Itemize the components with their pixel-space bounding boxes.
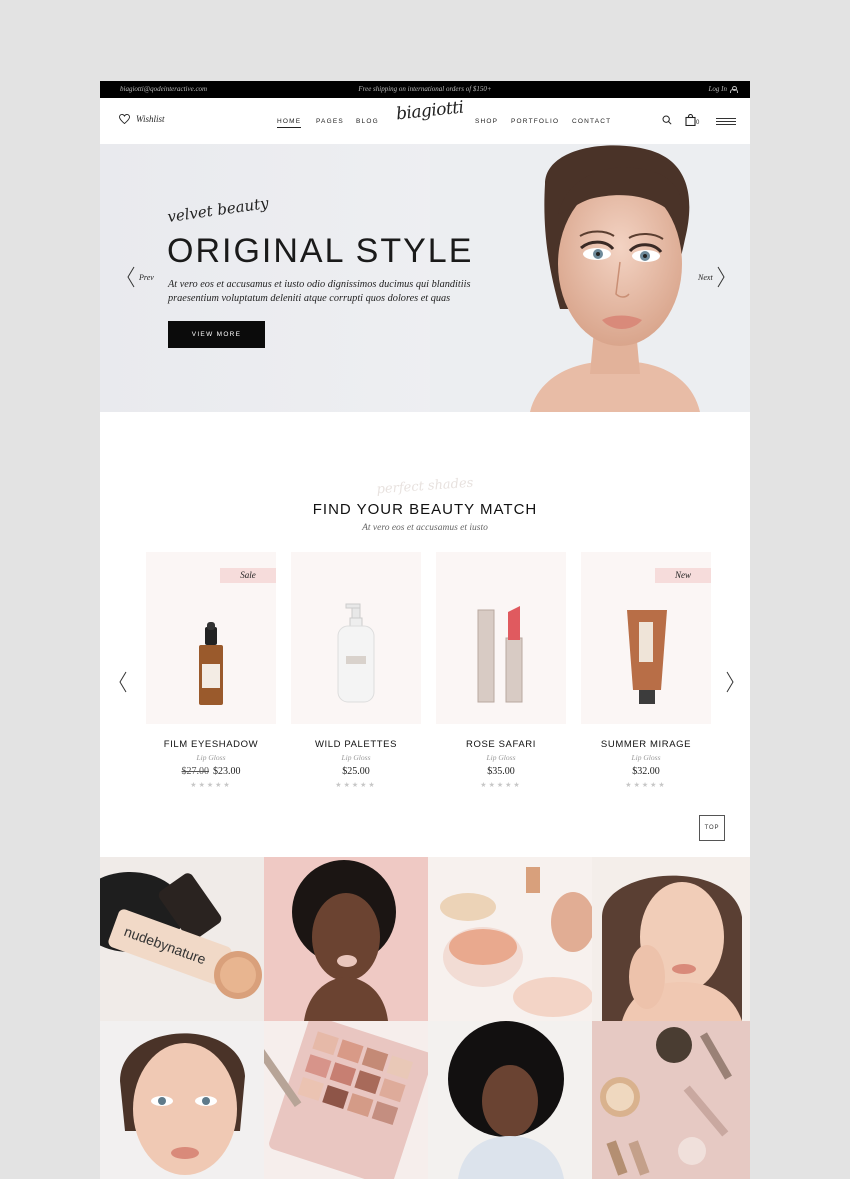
- menu-icon[interactable]: [716, 118, 736, 125]
- product-card[interactable]: WILD PALETTES Lip Gloss $25.00 ★★★★★: [291, 552, 421, 789]
- site-logo[interactable]: biagiotti: [395, 98, 464, 125]
- pump-bottle-image: [337, 603, 375, 703]
- product-name[interactable]: ROSE SAFARI: [436, 739, 566, 750]
- product-price: $27.00 $23.00: [146, 766, 276, 777]
- product-image-box[interactable]: Sale: [146, 552, 276, 724]
- current-price: $32.00: [632, 766, 660, 777]
- back-to-top-button[interactable]: TOP: [699, 815, 725, 841]
- login-label: Log In: [708, 85, 727, 93]
- search-icon[interactable]: [662, 115, 672, 125]
- login-link[interactable]: Log In: [708, 85, 738, 93]
- eyeshadow-palette-photo: [264, 1021, 428, 1179]
- nav-home[interactable]: HOME: [277, 118, 302, 128]
- hero-title: ORIGINAL STYLE: [167, 232, 474, 270]
- shipping-notice: Free shipping on international orders of…: [358, 85, 492, 93]
- product-category[interactable]: Lip Gloss: [581, 753, 711, 762]
- nav-contact[interactable]: CONTACT: [572, 118, 611, 125]
- model-portrait-photo: [264, 857, 428, 1021]
- page: biagiotti@qodeinteractive.com Free shipp…: [100, 81, 750, 1179]
- user-icon: [730, 85, 738, 93]
- product-category[interactable]: Lip Gloss: [291, 753, 421, 762]
- current-price: $35.00: [487, 766, 515, 777]
- product-image-box[interactable]: [291, 552, 421, 724]
- hero-prev-button[interactable]: Prev: [127, 266, 154, 288]
- product-name[interactable]: FILM EYESHADOW: [146, 739, 276, 750]
- gallery-tile[interactable]: nudebynature: [100, 857, 264, 1021]
- chevron-left-icon: [127, 266, 135, 288]
- top-bar: biagiotti@qodeinteractive.com Free shipp…: [100, 81, 750, 98]
- gallery-tile[interactable]: [264, 1021, 428, 1179]
- product-image-box[interactable]: New: [581, 552, 711, 724]
- rating-stars: ★★★★★: [335, 782, 377, 789]
- cosmetics-flatlay-photo: [592, 1021, 750, 1179]
- product-card[interactable]: Sale FILM EYESHADOW Lip Gloss $27.00 $23.…: [146, 552, 276, 789]
- hero-slider: velvet beauty ORIGINAL STYLE At vero eos…: [100, 144, 750, 412]
- hero-prev-label: Prev: [139, 272, 154, 282]
- old-price: $27.00: [181, 766, 210, 777]
- heart-icon: [119, 114, 130, 124]
- view-more-button[interactable]: VIEW MORE: [168, 321, 265, 348]
- rating-stars: ★★★★★: [480, 782, 522, 789]
- current-price: $23.00: [213, 766, 241, 777]
- hero-next-button[interactable]: Next: [698, 266, 725, 288]
- gallery-tile[interactable]: [592, 857, 750, 1021]
- model-smile-photo: [592, 857, 750, 1021]
- carousel-next-icon[interactable]: [726, 671, 734, 693]
- product-name[interactable]: SUMMER MIRAGE: [581, 739, 711, 750]
- product-price: $35.00: [436, 766, 566, 777]
- rating-stars: ★★★★★: [625, 782, 667, 789]
- carousel-prev-icon[interactable]: [119, 671, 127, 693]
- wishlist-label: Wishlist: [136, 114, 165, 124]
- site-header: Wishlist HOME PAGES BLOG SHOP PORTFOLIO …: [100, 98, 750, 144]
- rating-stars: ★★★★★: [190, 782, 232, 789]
- new-badge: New: [655, 568, 711, 583]
- gallery-tile[interactable]: [592, 1021, 750, 1179]
- nav-shop[interactable]: SHOP: [475, 118, 498, 125]
- gallery-tile[interactable]: [100, 1021, 264, 1179]
- cart-count: 0: [696, 120, 700, 126]
- instagram-gallery: nudebynature: [100, 857, 750, 1179]
- current-price: $25.00: [342, 766, 370, 777]
- product-card[interactable]: ROSE SAFARI Lip Gloss $35.00 ★★★★★: [436, 552, 566, 789]
- powder-jars-photo: [428, 857, 592, 1021]
- product-price: $32.00: [581, 766, 711, 777]
- product-card[interactable]: New SUMMER MIRAGE Lip Gloss $32.00 ★★★★★: [581, 552, 711, 789]
- hero-next-label: Next: [698, 272, 713, 282]
- nav-blog[interactable]: BLOG: [356, 118, 379, 125]
- sale-badge: Sale: [220, 568, 276, 583]
- curly-hair-model-photo: [428, 1021, 592, 1179]
- lipstick-image: [477, 606, 523, 703]
- product-image-box[interactable]: [436, 552, 566, 724]
- wishlist-link[interactable]: Wishlist: [119, 114, 165, 124]
- nav-portfolio[interactable]: PORTFOLIO: [511, 118, 559, 125]
- gallery-tile[interactable]: [264, 857, 428, 1021]
- hero-description: At vero eos et accusamus et iusto odio d…: [168, 279, 471, 304]
- gallery-tile[interactable]: [428, 1021, 592, 1179]
- product-category[interactable]: Lip Gloss: [146, 753, 276, 762]
- product-category[interactable]: Lip Gloss: [436, 753, 566, 762]
- product-name[interactable]: WILD PALETTES: [291, 739, 421, 750]
- product-price: $25.00: [291, 766, 421, 777]
- gallery-tile[interactable]: [428, 857, 592, 1021]
- section-subtitle: At vero eos et accusamus et iusto: [362, 523, 488, 533]
- brush-products-photo: nudebynature: [100, 857, 264, 1021]
- nav-pages[interactable]: PAGES: [316, 118, 344, 125]
- hero-script-text: velvet beauty: [166, 193, 270, 227]
- section-title: FIND YOUR BEAUTY MATCH: [312, 501, 538, 518]
- chevron-right-icon: [717, 266, 725, 288]
- model-closeup-photo: [100, 1021, 264, 1179]
